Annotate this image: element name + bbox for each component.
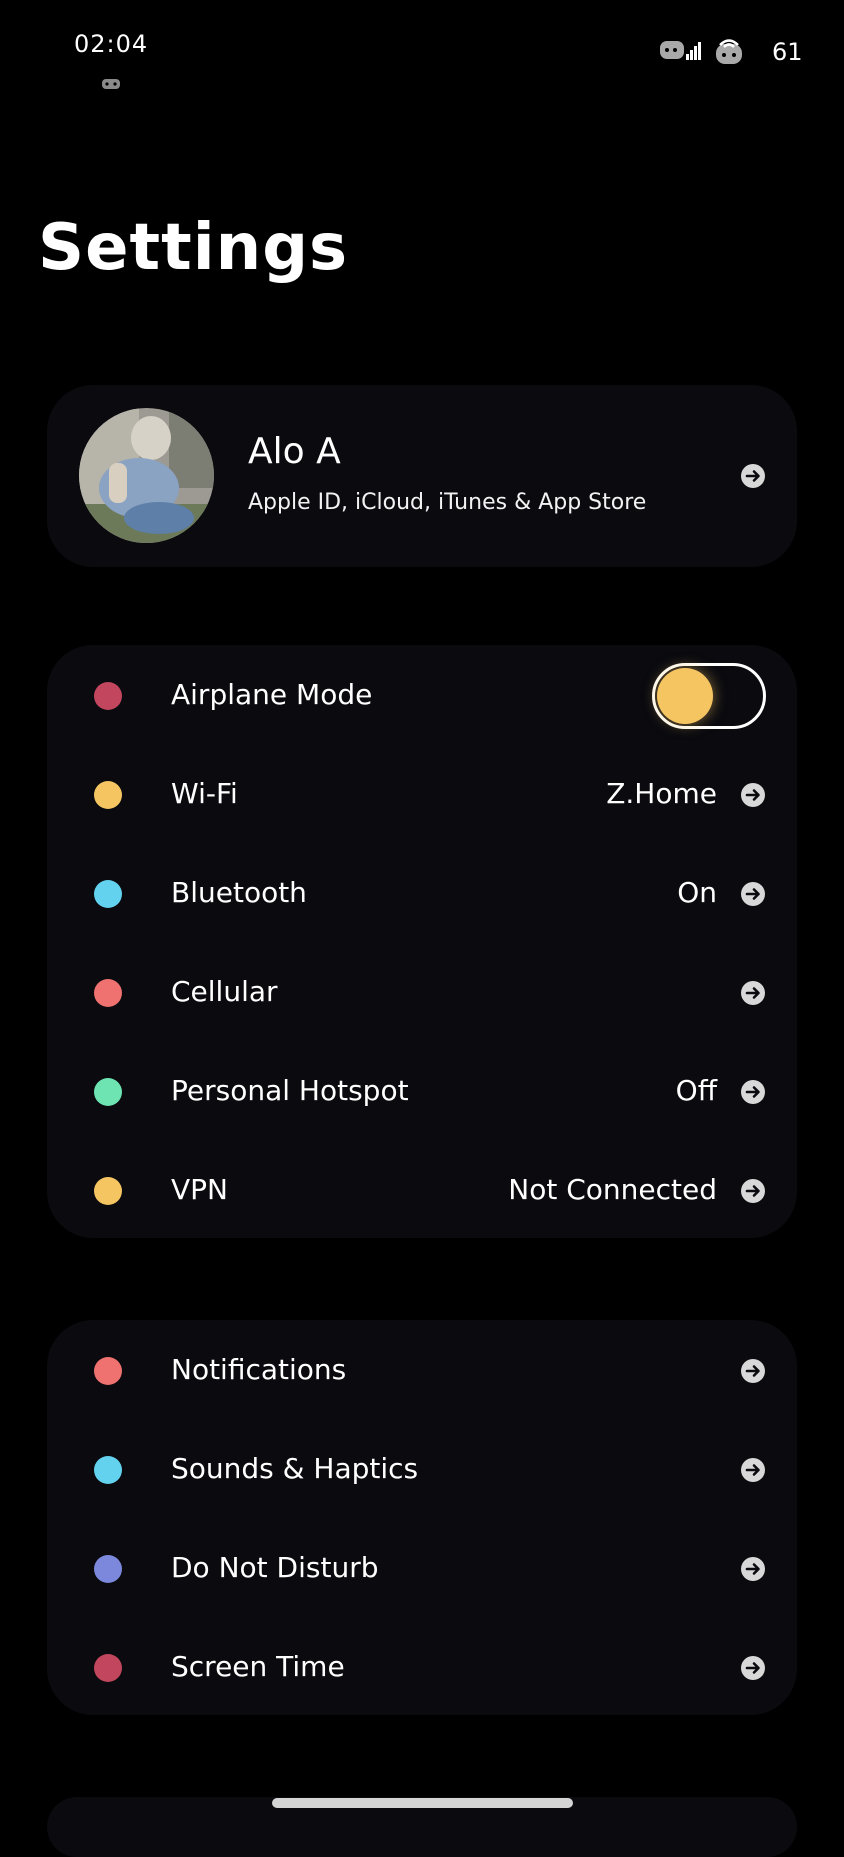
hotspot-dot [94,1078,122,1106]
arrow-right-circle-icon[interactable] [740,463,766,489]
row-value: Not Connected [508,1173,717,1206]
row-label: Airplane Mode [171,678,373,711]
arrow-right-circle-icon[interactable] [740,1079,766,1105]
toggle-knob [657,668,713,724]
general-card: Notifications Sounds & Haptics Do Not Di… [47,1320,797,1715]
arrow-right-circle-icon[interactable] [740,1178,766,1204]
sounds-dot [94,1456,122,1484]
wifi-icon [714,36,744,66]
profile-card[interactable]: Alo A Apple ID, iCloud, iTunes & App Sto… [47,385,797,567]
arrow-right-circle-icon[interactable] [740,1556,766,1582]
avatar [79,408,214,543]
airplane-mode-toggle[interactable] [652,663,766,729]
cellular-signal-icon [660,38,702,64]
row-label: Personal Hotspot [171,1074,409,1107]
status-bar: 02:04 61 [0,0,844,110]
arrow-right-circle-icon[interactable] [740,881,766,907]
row-screen-time[interactable]: Screen Time [47,1617,797,1716]
arrow-right-circle-icon[interactable] [740,782,766,808]
row-bluetooth[interactable]: Bluetooth On [47,843,797,942]
row-cellular[interactable]: Cellular [47,942,797,1041]
row-label: Cellular [171,975,278,1008]
home-indicator[interactable] [272,1798,573,1808]
row-value: On [677,876,717,909]
row-personal-hotspot[interactable]: Personal Hotspot Off [47,1041,797,1140]
notifications-dot [94,1357,122,1385]
row-label: VPN [171,1173,228,1206]
arrow-right-circle-icon[interactable] [740,980,766,1006]
arrow-right-circle-icon[interactable] [740,1358,766,1384]
row-label: Do Not Disturb [171,1551,379,1584]
cellular-dot [94,979,122,1007]
dnd-dot [94,1555,122,1583]
row-airplane-mode[interactable]: Airplane Mode [47,645,797,744]
profile-subtitle: Apple ID, iCloud, iTunes & App Store [248,490,647,515]
row-label: Notifications [171,1353,347,1386]
row-label: Wi-Fi [171,777,238,810]
screen-time-dot [94,1654,122,1682]
battery-level: 61 [772,38,803,66]
row-value: Z.Home [606,777,717,810]
game-controller-icon [101,76,121,90]
vpn-dot [94,1177,122,1205]
page-title: Settings [38,211,349,285]
row-value: Off [675,1074,717,1107]
row-sounds-haptics[interactable]: Sounds & Haptics [47,1419,797,1518]
connectivity-card: Airplane Mode Wi-Fi Z.Home Bluetooth On … [47,645,797,1238]
row-notifications[interactable]: Notifications [47,1320,797,1419]
row-vpn[interactable]: VPN Not Connected [47,1140,797,1239]
arrow-right-circle-icon[interactable] [740,1655,766,1681]
airplane-mode-dot [94,682,122,710]
row-do-not-disturb[interactable]: Do Not Disturb [47,1518,797,1617]
bluetooth-dot [94,880,122,908]
profile-name: Alo A [248,431,341,472]
arrow-right-circle-icon[interactable] [740,1457,766,1483]
row-label: Screen Time [171,1650,345,1683]
row-label: Bluetooth [171,876,307,909]
wifi-dot [94,781,122,809]
row-label: Sounds & Haptics [171,1452,419,1485]
row-wifi[interactable]: Wi-Fi Z.Home [47,744,797,843]
status-time: 02:04 [74,30,149,58]
